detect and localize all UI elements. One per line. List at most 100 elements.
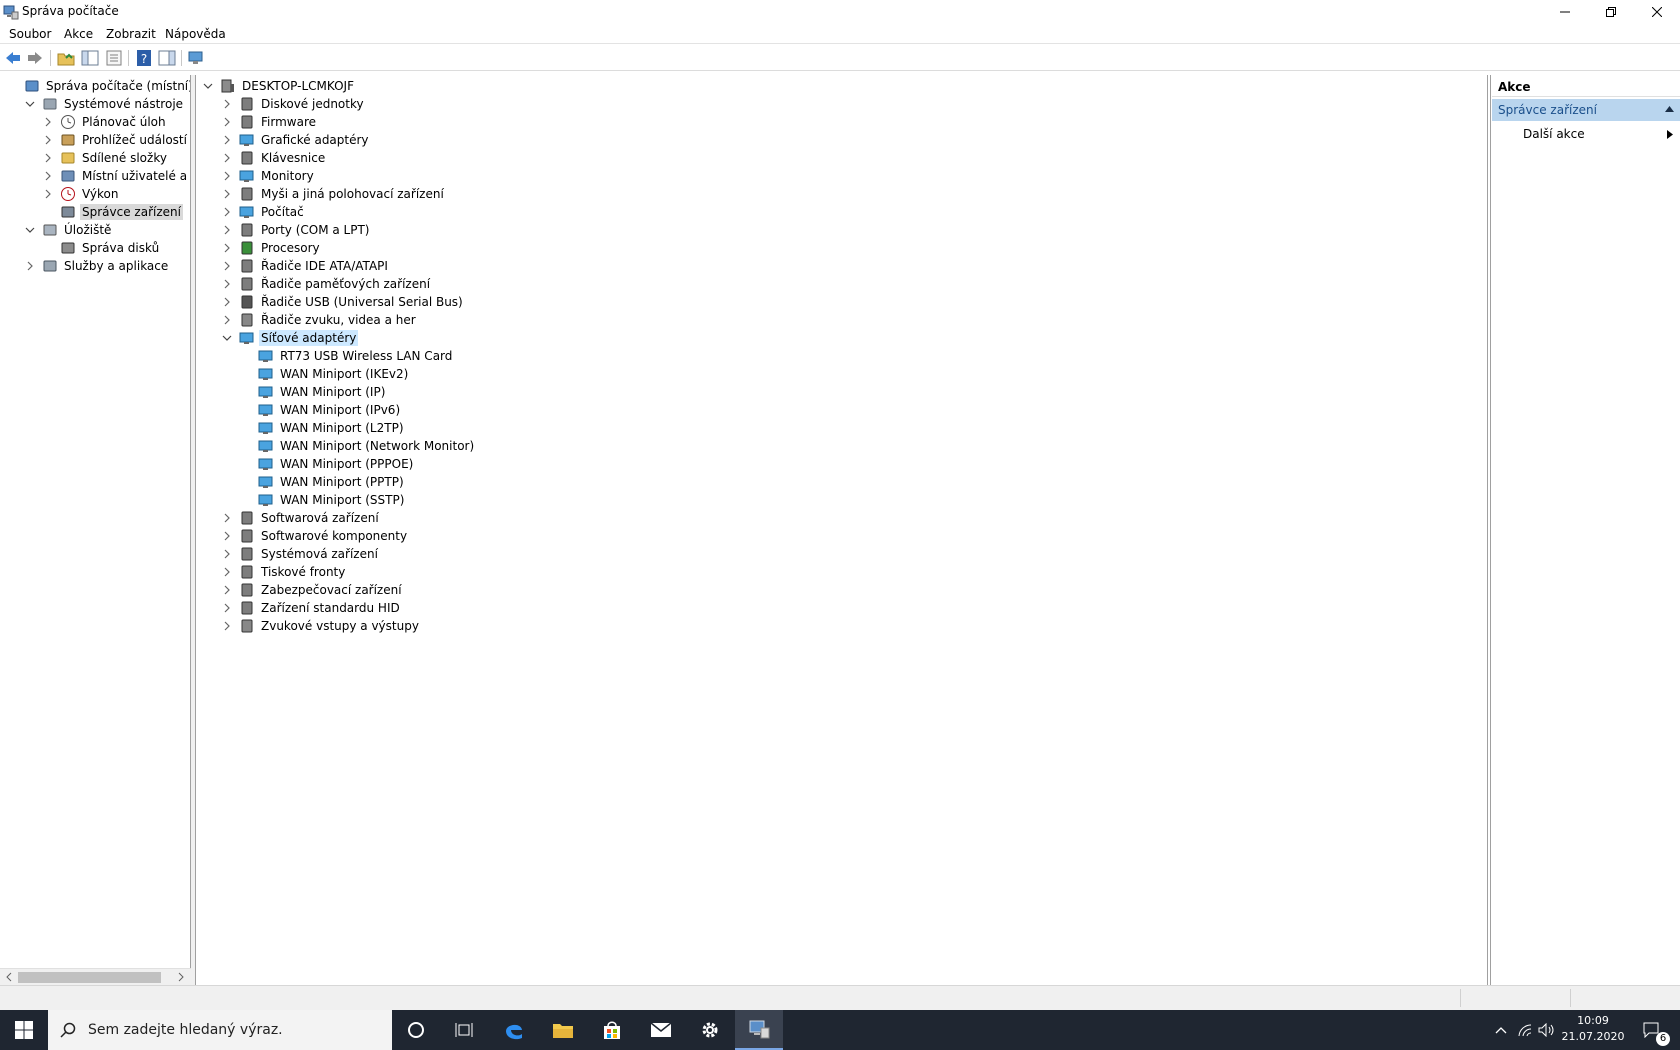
show-actions-pane-icon[interactable]: [158, 49, 176, 67]
chevron-right-icon[interactable]: [43, 171, 53, 181]
start-button[interactable]: [0, 1010, 48, 1050]
scroll-left-icon[interactable]: [3, 971, 15, 983]
properties-icon[interactable]: [105, 49, 123, 67]
tree-item[interactable]: Služby a aplikace: [24, 257, 170, 275]
chevron-right-icon[interactable]: [222, 279, 232, 289]
chevron-right-icon[interactable]: [222, 531, 232, 541]
chevron-right-icon[interactable]: [222, 243, 232, 253]
chevron-down-icon[interactable]: [25, 225, 35, 235]
volume-tray-button[interactable]: [1536, 1010, 1558, 1050]
expander[interactable]: [221, 296, 233, 308]
submenu-arrow-icon[interactable]: [1667, 130, 1673, 139]
chevron-right-icon[interactable]: [222, 225, 232, 235]
minimize-button[interactable]: [1542, 0, 1588, 24]
chevron-down-icon[interactable]: [203, 81, 213, 91]
expander[interactable]: [221, 188, 233, 200]
taskbar-computer-management[interactable]: [735, 1010, 783, 1050]
chevron-right-icon[interactable]: [222, 171, 232, 181]
up-folder-icon[interactable]: [57, 49, 75, 67]
expander[interactable]: [202, 80, 214, 92]
expander[interactable]: [42, 206, 54, 218]
task-view-button[interactable]: [440, 1010, 488, 1050]
tree-item[interactable]: Místní uživatelé a skupiny: [42, 167, 190, 185]
network-tray-button[interactable]: [1514, 1010, 1536, 1050]
expander[interactable]: [221, 116, 233, 128]
chevron-right-icon[interactable]: [222, 585, 232, 595]
tree-item[interactable]: Plánovač úloh: [42, 113, 168, 131]
expander[interactable]: [42, 134, 54, 146]
back-arrow-icon[interactable]: [4, 49, 22, 67]
close-button[interactable]: [1634, 0, 1680, 24]
device-item[interactable]: WAN Miniport (Network Monitor): [258, 437, 476, 455]
expander[interactable]: [42, 242, 54, 254]
device-item[interactable]: RT73 USB Wireless LAN Card: [258, 347, 454, 365]
menu-akce[interactable]: Akce: [64, 27, 93, 41]
more-actions-item[interactable]: Další akce: [1523, 127, 1585, 141]
expander[interactable]: [221, 584, 233, 596]
chevron-right-icon[interactable]: [222, 153, 232, 163]
tree-root[interactable]: DESKTOP-LCMKOJF: [202, 77, 356, 95]
menu-soubor[interactable]: Soubor: [9, 27, 51, 41]
chevron-right-icon[interactable]: [43, 135, 53, 145]
expander[interactable]: [221, 152, 233, 164]
tree-item[interactable]: Systémové nástroje: [24, 95, 185, 113]
device-item[interactable]: WAN Miniport (IP): [258, 383, 387, 401]
expander[interactable]: [221, 620, 233, 632]
cortana-button[interactable]: [392, 1010, 440, 1050]
device-item[interactable]: WAN Miniport (IKEv2): [258, 365, 410, 383]
expander[interactable]: [221, 206, 233, 218]
tree-item[interactable]: Prohlížeč událostí: [42, 131, 189, 149]
expander[interactable]: [42, 116, 54, 128]
device-item[interactable]: WAN Miniport (SSTP): [258, 491, 406, 509]
device-category[interactable]: Softwarová zařízení: [221, 509, 381, 527]
chevron-down-icon[interactable]: [222, 333, 232, 343]
expander[interactable]: [221, 548, 233, 560]
chevron-right-icon[interactable]: [222, 297, 232, 307]
taskbar-mail[interactable]: [637, 1010, 685, 1050]
tree-item[interactable]: Výkon: [42, 185, 120, 203]
menu-napoveda[interactable]: Nápověda: [165, 27, 226, 41]
device-item[interactable]: WAN Miniport (PPTP): [258, 473, 406, 491]
tree-item[interactable]: Sdílené složky: [42, 149, 169, 167]
chevron-right-icon[interactable]: [43, 189, 53, 199]
expander[interactable]: [42, 152, 54, 164]
chevron-right-icon[interactable]: [222, 603, 232, 613]
expander[interactable]: [6, 80, 18, 92]
tree-item[interactable]: Správa disků: [42, 239, 161, 257]
show-hidden-icons-button[interactable]: [1490, 1010, 1512, 1050]
device-category[interactable]: Klávesnice: [221, 149, 327, 167]
chevron-right-icon[interactable]: [222, 189, 232, 199]
scan-hardware-icon[interactable]: [187, 49, 205, 67]
device-category[interactable]: Firmware: [221, 113, 318, 131]
device-category[interactable]: Diskové jednotky: [221, 95, 366, 113]
device-tree[interactable]: DESKTOP-LCMKOJF Diskové jednotky Firmware G…: [195, 75, 1488, 985]
device-category[interactable]: Počítač: [221, 203, 306, 221]
chevron-right-icon[interactable]: [222, 549, 232, 559]
expander[interactable]: [221, 332, 233, 344]
expander[interactable]: [221, 170, 233, 182]
help-icon[interactable]: ?: [135, 49, 153, 67]
expander[interactable]: [221, 134, 233, 146]
device-category[interactable]: Monitory: [221, 167, 316, 185]
chevron-right-icon[interactable]: [222, 135, 232, 145]
scrollbar-thumb[interactable]: [18, 972, 161, 983]
taskbar-search[interactable]: Sem zadejte hledaný výraz.: [48, 1010, 392, 1050]
expander[interactable]: [221, 260, 233, 272]
menu-zobrazit[interactable]: Zobrazit: [106, 27, 156, 41]
device-category[interactable]: Procesory: [221, 239, 322, 257]
chevron-right-icon[interactable]: [222, 567, 232, 577]
expander[interactable]: [221, 224, 233, 236]
taskbar-settings[interactable]: [686, 1010, 734, 1050]
collapse-up-icon[interactable]: [1665, 106, 1674, 112]
expander[interactable]: [221, 602, 233, 614]
chevron-right-icon[interactable]: [222, 315, 232, 325]
show-tree-icon[interactable]: [81, 49, 99, 67]
device-category[interactable]: Tiskové fronty: [221, 563, 347, 581]
taskbar-edge[interactable]: [490, 1010, 538, 1050]
device-item[interactable]: WAN Miniport (PPPOE): [258, 455, 415, 473]
taskbar-file-explorer[interactable]: [539, 1010, 587, 1050]
tree-item[interactable]: Správce zařízení: [42, 203, 183, 221]
device-category[interactable]: Grafické adaptéry: [221, 131, 371, 149]
expander[interactable]: [221, 530, 233, 542]
expander[interactable]: [221, 242, 233, 254]
